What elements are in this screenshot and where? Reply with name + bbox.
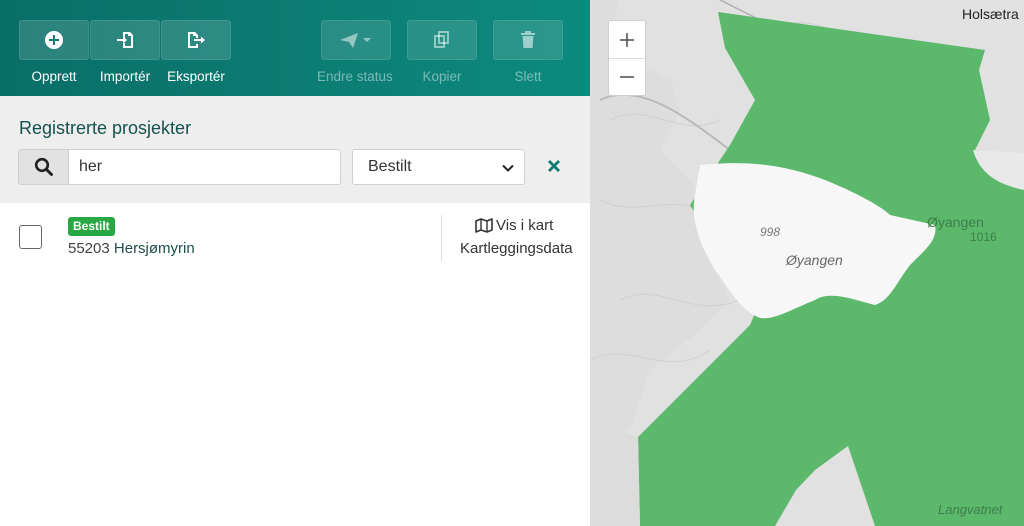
create-label: Opprett: [31, 69, 77, 84]
copy-button[interactable]: Kopier: [407, 0, 477, 84]
search-icon: [34, 157, 53, 176]
copy-label: Kopier: [422, 69, 462, 84]
page-title: Registrerte prosjekter: [19, 118, 192, 138]
zoom-control: [608, 20, 646, 96]
project-name: Hersjømyrin: [113, 240, 195, 257]
clear-filter-button[interactable]: [544, 154, 564, 178]
project-number: 55203: [68, 240, 110, 257]
map-label-holsaetra: Holsætra: [962, 6, 1019, 22]
map-label-area-name: Øyangen: [927, 214, 984, 230]
minus-icon: [620, 76, 634, 78]
import-button[interactable]: Importér: [90, 0, 160, 84]
trash-icon: [521, 31, 535, 48]
delete-label: Slett: [514, 69, 542, 84]
export-icon: [188, 32, 205, 48]
mapping-data-link[interactable]: Kartleggingsdata: [460, 240, 573, 257]
row-divider: [441, 215, 442, 261]
change-status-button[interactable]: Endre status: [317, 0, 393, 84]
change-status-label: Endre status: [317, 69, 393, 84]
status-select[interactable]: Bestilt: [352, 149, 525, 185]
import-label: Importér: [99, 69, 151, 84]
map-label-elevation-1016: 1016: [970, 230, 997, 244]
export-label: Eksportér: [167, 69, 225, 84]
import-icon: [117, 32, 133, 48]
show-in-map-label: Vis i kart: [496, 217, 554, 234]
show-in-map-button[interactable]: Vis i kart: [475, 217, 553, 234]
project-title[interactable]: 55203 Hersjømyrin: [68, 240, 195, 257]
project-checkbox[interactable]: [19, 225, 42, 249]
chevron-down-icon: [502, 164, 514, 172]
plus-icon: [620, 32, 634, 47]
send-icon: [340, 33, 371, 48]
toolbar: Opprett Importér Eksportér Endre status …: [0, 0, 590, 96]
copy-icon: [434, 31, 449, 48]
export-button[interactable]: Eksportér: [161, 0, 231, 84]
project-panel: Opprett Importér Eksportér Endre status …: [0, 0, 590, 526]
map-icon: [475, 218, 493, 233]
status-select-value: Bestilt: [368, 158, 412, 175]
map-view[interactable]: Holsætra Øyangen 998 Øyangen 1016 Langva…: [590, 0, 1024, 526]
zoom-out-button[interactable]: [609, 58, 645, 95]
plus-circle-icon: [45, 31, 63, 49]
project-row: Bestilt 55203 Hersjømyrin Vis i kart Kar…: [0, 203, 590, 273]
delete-button[interactable]: Slett: [493, 0, 563, 84]
map-label-elevation-998: 998: [760, 225, 781, 239]
map-label-langvatnet: Langvatnet: [938, 502, 1003, 517]
close-icon: [548, 160, 560, 172]
map-label-lake-name: Øyangen: [786, 252, 843, 268]
status-badge: Bestilt: [68, 217, 115, 236]
search-button[interactable]: [18, 149, 70, 185]
search-input[interactable]: [68, 149, 341, 185]
zoom-in-button[interactable]: [609, 21, 645, 58]
create-button[interactable]: Opprett: [19, 0, 89, 84]
